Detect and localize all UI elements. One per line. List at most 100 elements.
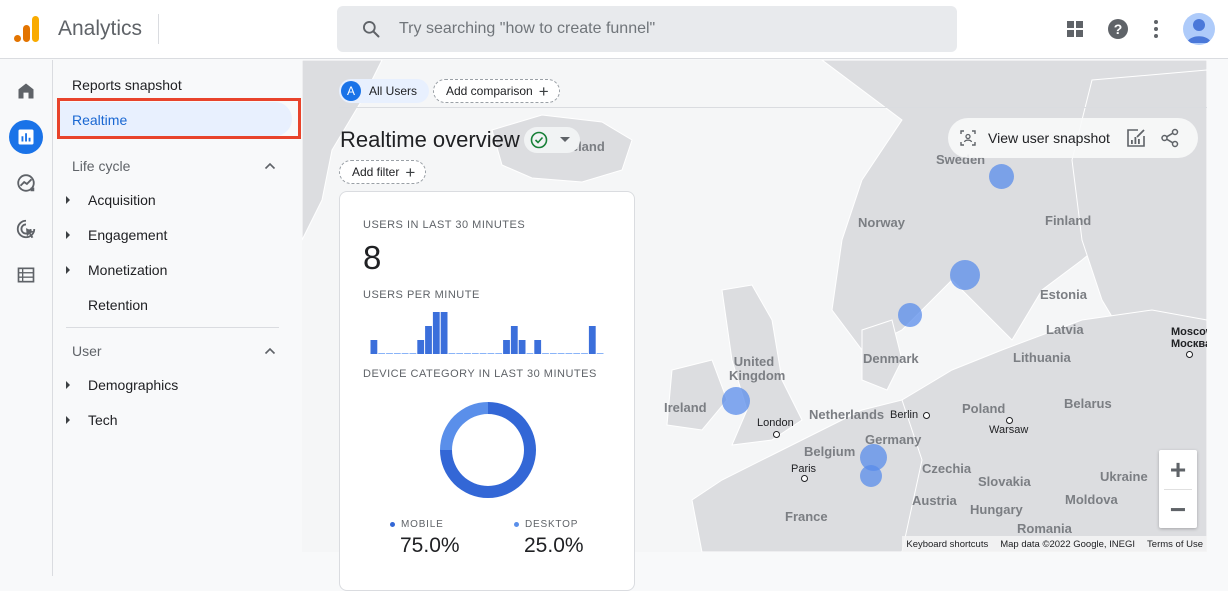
bar-minute--14[interactable] (495, 353, 503, 354)
add-comparison-button[interactable]: Add comparison + (433, 79, 560, 103)
bar-minute--16[interactable] (479, 353, 487, 354)
nav-retention[interactable]: Retention (54, 288, 294, 322)
nav-item-label: Monetization (88, 262, 168, 278)
legend-label-mobile: MOBILE (401, 519, 444, 530)
bar-minute--20[interactable] (448, 353, 456, 354)
bar-minute--8[interactable] (542, 353, 549, 354)
bar-minute--2[interactable] (588, 326, 596, 354)
plus-icon: + (538, 81, 549, 101)
nav-acquisition[interactable]: Acquisition (54, 183, 294, 217)
bar-minute--1[interactable] (596, 353, 604, 354)
device-category-donut[interactable] (438, 400, 538, 500)
more-vert-icon[interactable] (1144, 17, 1168, 41)
bar-minute--28[interactable] (386, 353, 393, 354)
page-title: Realtime overview (340, 127, 520, 152)
analytics-logo-icon[interactable] (13, 15, 41, 43)
nav-item-label: Demographics (88, 377, 179, 393)
bar-minute--26[interactable] (401, 353, 409, 354)
users-30min-value: 8 (363, 239, 382, 276)
bar-minute--25[interactable] (409, 353, 417, 354)
bar-minute--22[interactable] (432, 312, 440, 354)
title-divider (158, 14, 159, 44)
check-circle-icon (530, 131, 548, 149)
home-icon (18, 83, 34, 99)
bar-minute--3[interactable] (581, 353, 588, 354)
bar-minute--6[interactable] (557, 353, 565, 354)
nav-reports-snapshot[interactable]: Reports snapshot (54, 68, 294, 102)
bar-minute--9[interactable] (534, 340, 542, 354)
users-per-minute-label: USERS PER MINUTE (363, 289, 480, 301)
rail-advertising-button[interactable] (9, 212, 43, 246)
donut-slice-desktop[interactable] (440, 402, 488, 450)
nav-item-label: Acquisition (88, 192, 156, 208)
section-lifecycle-header[interactable]: Life cycle (72, 158, 130, 174)
map-label-latvia: Latvia (1046, 322, 1084, 337)
bar-minute--7[interactable] (549, 353, 557, 354)
map-label-hungary: Hungary (970, 502, 1023, 517)
nav-item-label: Retention (88, 297, 148, 313)
search-input[interactable] (399, 6, 939, 52)
share-icon[interactable] (1160, 128, 1180, 148)
nav-divider (66, 327, 279, 328)
customize-report-icon[interactable] (1126, 128, 1146, 148)
bar-minute--15[interactable] (487, 353, 495, 354)
zoom-in-button[interactable]: + (1159, 450, 1197, 489)
user-snapshot-icon[interactable] (960, 130, 976, 146)
map-label-austria: Austria (912, 493, 957, 508)
nav-engagement[interactable]: Engagement (54, 218, 294, 252)
rail-configure-button[interactable] (9, 258, 43, 292)
nav-tech[interactable]: Tech (54, 403, 294, 437)
account-avatar[interactable] (1183, 13, 1215, 45)
caret-right-icon (66, 231, 70, 239)
bar-minute--10[interactable] (526, 353, 534, 354)
segment-chip-all-users[interactable]: A All Users (339, 79, 430, 103)
bar-minute--18[interactable] (464, 353, 471, 354)
bar-minute--27[interactable] (393, 353, 401, 354)
view-user-snapshot-button[interactable]: View user snapshot (988, 130, 1110, 146)
rail-reports-button[interactable] (9, 120, 43, 154)
search-bar[interactable] (337, 6, 957, 52)
chevron-up-icon[interactable] (264, 162, 276, 170)
user-location-bubble[interactable] (950, 260, 980, 290)
bar-minute--4[interactable] (573, 353, 581, 354)
help-icon[interactable]: ? (1106, 17, 1130, 41)
bar-minute--24[interactable] (417, 340, 425, 354)
bar-minute--5[interactable] (565, 353, 573, 354)
bar-minute--30[interactable] (370, 340, 378, 354)
map-label-united-kingdom: United Kingdom (729, 354, 786, 383)
chevron-up-icon[interactable] (264, 347, 276, 355)
section-user-header[interactable]: User (72, 343, 102, 359)
terms-of-use-link[interactable]: Terms of Use (1147, 539, 1203, 550)
add-filter-label: Add filter (352, 165, 400, 179)
data-quality-status-button[interactable] (524, 127, 580, 153)
nav-item-label: Tech (88, 412, 118, 428)
bar-minute--21[interactable] (440, 312, 448, 354)
map-label-slovakia: Slovakia (978, 474, 1031, 489)
city-marker-icon (923, 412, 930, 419)
zoom-out-button[interactable]: − (1159, 490, 1197, 529)
search-icon (363, 21, 380, 38)
user-location-bubble[interactable] (722, 387, 750, 415)
add-comparison-label: Add comparison (446, 84, 533, 98)
user-location-bubble[interactable] (898, 303, 922, 327)
map-label-belgium: Belgium (804, 444, 856, 459)
city-label-paris: Paris (791, 463, 817, 475)
bar-minute--11[interactable] (518, 340, 526, 354)
bar-minute--19[interactable] (456, 353, 464, 354)
rail-home-button[interactable] (9, 74, 43, 108)
users-per-minute-chart[interactable] (370, 310, 604, 354)
nav-demographics[interactable]: Demographics (54, 368, 294, 402)
apps-grid-icon[interactable] (1063, 17, 1087, 41)
rail-explore-button[interactable] (9, 166, 43, 200)
add-filter-button[interactable]: Add filter + (339, 160, 427, 184)
user-location-bubble[interactable] (860, 465, 882, 487)
nav-monetization[interactable]: Monetization (54, 253, 294, 287)
keyboard-shortcuts-link[interactable]: Keyboard shortcuts (906, 539, 988, 550)
bar-minute--13[interactable] (503, 340, 510, 354)
legend-desktop: DESKTOP (514, 519, 578, 530)
bar-minute--23[interactable] (425, 326, 432, 354)
user-location-bubble[interactable] (989, 164, 1014, 189)
bar-minute--29[interactable] (378, 353, 386, 354)
bar-minute--17[interactable] (471, 353, 479, 354)
bar-minute--12[interactable] (510, 326, 518, 354)
